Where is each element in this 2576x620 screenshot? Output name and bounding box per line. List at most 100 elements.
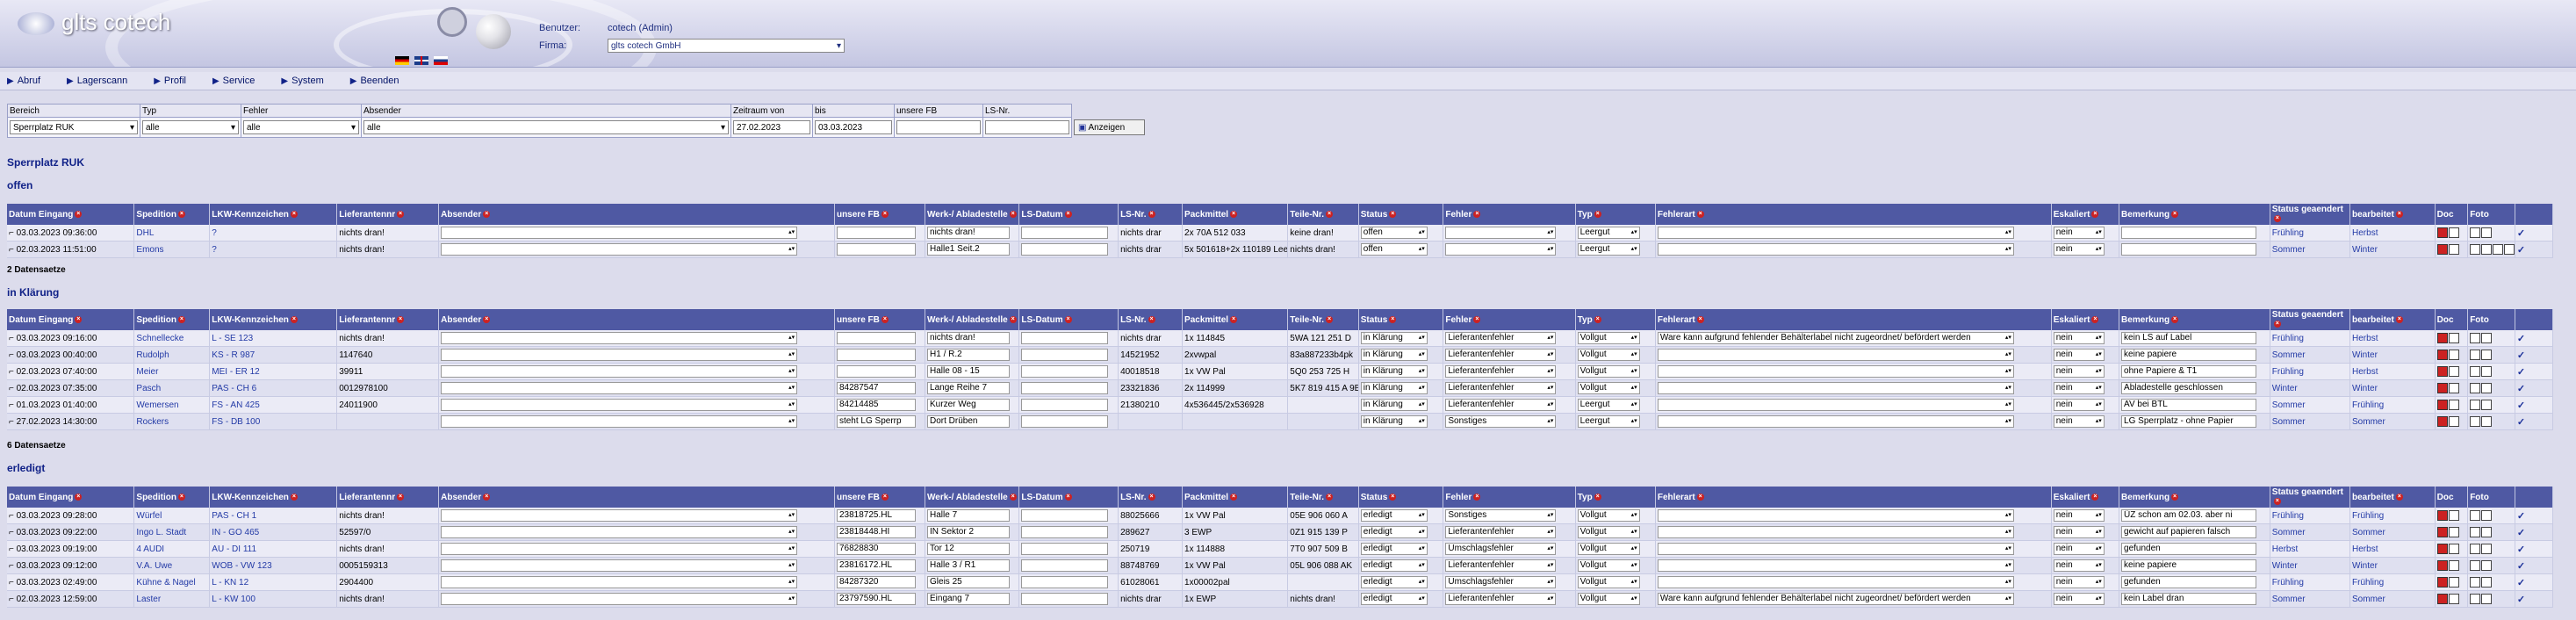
cell-select[interactable]: ▴▾ (441, 576, 798, 588)
cell-select[interactable]: nein ▴▾ (2053, 576, 2105, 588)
cell-select[interactable]: ▴▾ (1445, 243, 1557, 256)
column-header[interactable]: Foto (2467, 309, 2515, 330)
cell-select[interactable]: ▴▾ (1657, 509, 2014, 522)
sort-icon[interactable]: × (1230, 493, 1238, 501)
edit-icon[interactable]: ✓ (2517, 367, 2525, 378)
cell-select[interactable]: ▴▾ (441, 332, 798, 344)
photo-icon[interactable] (2481, 594, 2493, 604)
photo-icon[interactable] (2470, 350, 2481, 360)
cell-input[interactable]: gewicht auf papieren falsch (2121, 526, 2257, 538)
cell-value[interactable]: Rockers (136, 417, 169, 427)
sort-icon[interactable]: × (1389, 315, 1397, 323)
sort-icon[interactable]: × (177, 493, 185, 501)
pdf-icon[interactable] (2436, 244, 2448, 255)
cell-input[interactable]: nichts dran! (927, 227, 1011, 239)
cell-value[interactable]: Emons (136, 245, 163, 255)
cell-input[interactable] (836, 243, 916, 256)
nav-item-lagerscann[interactable]: ▶ Lagerscann (67, 76, 127, 86)
cell-select[interactable]: nein ▴▾ (2053, 365, 2105, 378)
cell-select[interactable]: ▴▾ (441, 593, 798, 605)
edit-icon[interactable]: ✓ (2517, 334, 2525, 344)
cell-select[interactable]: ▴▾ (441, 509, 798, 522)
column-header[interactable]: Fehlerart × (1655, 487, 2052, 508)
sort-icon[interactable]: × (483, 210, 491, 218)
sort-icon[interactable]: × (2395, 493, 2403, 501)
column-header[interactable]: Bemerkung × (2119, 309, 2270, 330)
cell-select[interactable]: Sonstiges ▴▾ (1445, 509, 1557, 522)
pdf-icon[interactable] (2436, 366, 2448, 377)
cell-value[interactable]: Laster (136, 595, 161, 604)
cell-select[interactable]: nein ▴▾ (2053, 526, 2105, 538)
firma-select[interactable]: glts cotech GmbH ▾ (608, 39, 845, 53)
nav-item-service[interactable]: ▶ Service (212, 76, 255, 86)
sort-icon[interactable]: × (1325, 315, 1333, 323)
sort-icon[interactable]: × (1473, 210, 1481, 218)
sort-icon[interactable]: × (2091, 210, 2099, 218)
column-header[interactable]: LS-Datum × (1018, 204, 1119, 225)
cell-value[interactable]: Rudolph (136, 350, 169, 360)
photo-icon[interactable] (2470, 544, 2481, 554)
cell-select[interactable]: Lieferantenfehler ▴▾ (1445, 593, 1557, 605)
pdf-icon[interactable] (2436, 527, 2448, 537)
column-header[interactable]: LKW-Kennzeichen × (209, 487, 338, 508)
cell-select[interactable]: ▴▾ (1657, 382, 2014, 394)
sort-icon[interactable]: × (1594, 493, 1601, 501)
sort-icon[interactable]: × (483, 493, 491, 501)
cell-input[interactable] (1021, 526, 1109, 538)
sort-icon[interactable]: × (1696, 493, 1704, 501)
cell-select[interactable]: Leergut ▴▾ (1577, 243, 1640, 256)
cell-select[interactable]: ▴▾ (441, 399, 798, 411)
table-row[interactable]: ⌐ 03.03.2023 09:16:00 Schnellecke L - SE 1… (7, 330, 2554, 347)
column-header[interactable]: Fehler × (1443, 204, 1576, 225)
cell-value[interactable]: Kühne & Nagel (136, 578, 195, 588)
cell-input[interactable] (836, 365, 916, 378)
cell-select[interactable]: Vollgut ▴▾ (1577, 526, 1640, 538)
cell-input[interactable]: AV bei BTL (2121, 399, 2257, 411)
cell-input[interactable]: 23816172.HL (836, 559, 916, 572)
sort-icon[interactable]: × (1389, 493, 1397, 501)
photo-icon[interactable] (2470, 400, 2481, 410)
pdf-icon[interactable] (2436, 510, 2448, 521)
column-header[interactable]: bearbeitet × (2349, 204, 2436, 225)
photo-icon[interactable] (2470, 416, 2481, 427)
sort-icon[interactable]: × (1009, 493, 1017, 501)
column-header[interactable]: Fehler × (1443, 309, 1576, 330)
column-header[interactable]: Fehlerart × (1655, 204, 2052, 225)
photo-icon[interactable] (2481, 560, 2493, 571)
sort-icon[interactable]: × (881, 315, 889, 323)
photo-icon[interactable] (2470, 594, 2481, 604)
column-header[interactable]: Typ × (1575, 204, 1656, 225)
cell-select[interactable]: Lieferantenfehler ▴▾ (1445, 365, 1557, 378)
cell-input[interactable]: Lange Reihe 7 (927, 382, 1011, 394)
column-header[interactable]: Typ × (1575, 309, 1656, 330)
cell-select[interactable]: ▴▾ (1657, 526, 2014, 538)
cell-select[interactable]: Leergut ▴▾ (1577, 415, 1640, 428)
sort-icon[interactable]: × (177, 210, 185, 218)
photo-icon[interactable] (2481, 333, 2493, 343)
photo-icon[interactable] (2481, 244, 2493, 255)
cell-select[interactable]: Ware kann aufgrund fehlender Behälterlab… (1657, 332, 2014, 344)
sort-icon[interactable]: × (1064, 210, 1072, 218)
flag-de-icon[interactable] (395, 56, 409, 65)
cell-select[interactable]: ▴▾ (441, 365, 798, 378)
column-header[interactable]: Datum Eingang × (7, 204, 135, 225)
sort-icon[interactable]: × (1148, 315, 1155, 323)
sort-icon[interactable]: × (2091, 493, 2099, 501)
typ-select[interactable]: alle ▾ (142, 120, 239, 134)
photo-icon[interactable] (2481, 350, 2493, 360)
cell-select[interactable]: nein ▴▾ (2053, 227, 2105, 239)
cell-value[interactable]: 4 AUDI (136, 544, 164, 554)
column-header[interactable]: Teile-Nr. × (1287, 309, 1359, 330)
column-header[interactable]: Werk-/ Abladestelle × (925, 309, 1020, 330)
photo-icon[interactable] (2470, 527, 2481, 537)
sort-icon[interactable]: × (290, 315, 298, 323)
document-icon[interactable] (2448, 366, 2459, 377)
cell-select[interactable]: Vollgut ▴▾ (1577, 365, 1640, 378)
cell-select[interactable]: Vollgut ▴▾ (1577, 543, 1640, 555)
cell-input[interactable]: gefunden (2121, 576, 2257, 588)
column-header[interactable]: Foto (2467, 487, 2515, 508)
cell-value[interactable]: Pasch (136, 384, 161, 393)
sort-icon[interactable]: × (881, 210, 889, 218)
cell-select[interactable]: erledigt ▴▾ (1360, 509, 1428, 522)
cell-select[interactable]: Vollgut ▴▾ (1577, 332, 1640, 344)
